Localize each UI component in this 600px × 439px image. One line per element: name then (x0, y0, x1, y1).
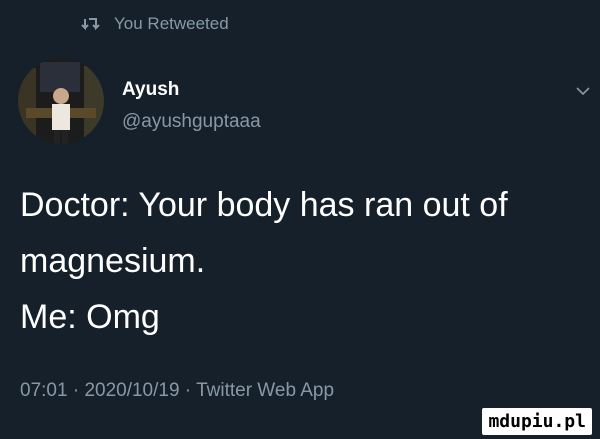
retweet-icon (81, 18, 100, 31)
tweet-metadata: 07:01 · 2020/10/19 · Twitter Web App (20, 380, 334, 402)
chevron-down-icon[interactable] (576, 86, 590, 96)
tweet-client[interactable]: Twitter Web App (196, 380, 334, 401)
retweet-label: You Retweeted (114, 14, 229, 33)
author-name[interactable]: Ayush (122, 79, 179, 101)
meta-separator: · (67, 380, 85, 401)
meta-separator: · (179, 380, 197, 401)
tweet-date[interactable]: 2020/10/19 (84, 380, 179, 401)
tweet-time[interactable]: 07:01 (20, 380, 68, 401)
avatar-image (18, 58, 104, 144)
author-handle[interactable]: @ayushguptaaa (122, 111, 261, 133)
tweet-text: Doctor: Your body has ran out of magnesi… (20, 186, 508, 336)
retweet-indicator: You Retweeted (80, 14, 229, 34)
watermark-logo: mdupiu.pl (482, 408, 592, 435)
avatar[interactable] (18, 58, 104, 144)
